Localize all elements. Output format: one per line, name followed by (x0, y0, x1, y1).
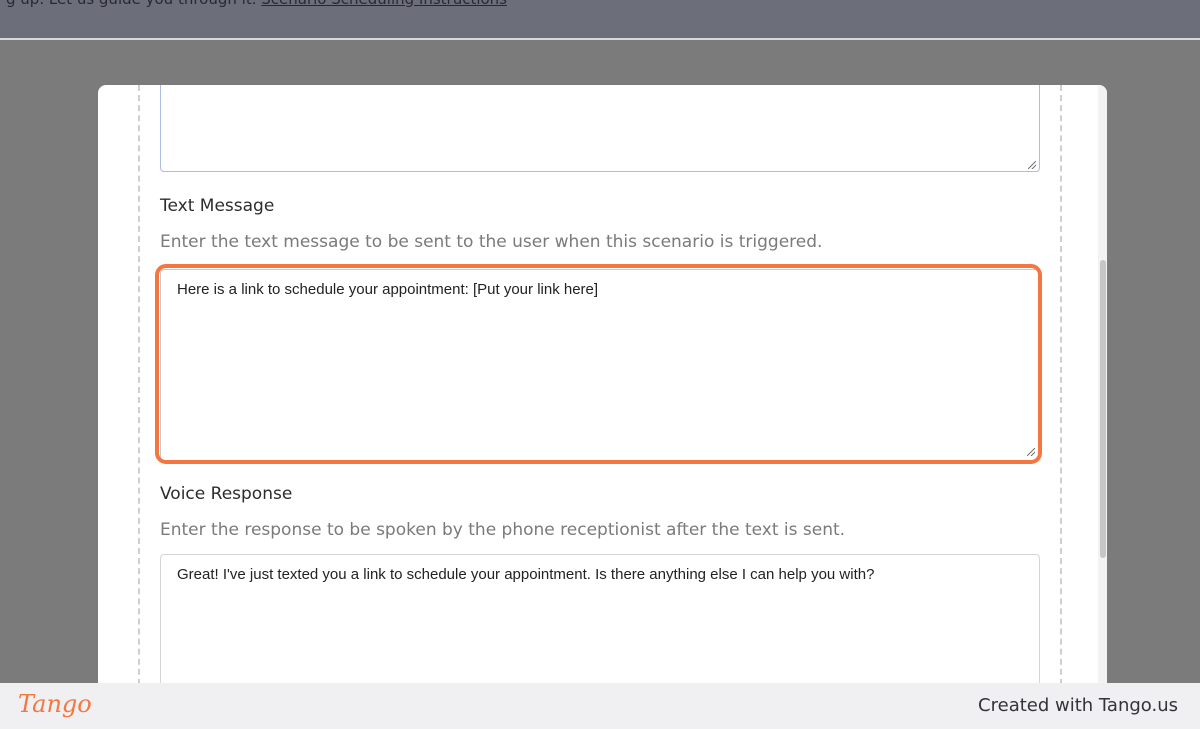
text-message-label: Text Message (160, 196, 275, 216)
created-with-text: Created with Tango.us (978, 695, 1178, 716)
voice-response-label: Voice Response (160, 484, 293, 504)
step-highlight (155, 264, 1042, 464)
scrollbar-thumb[interactable] (1100, 260, 1106, 558)
text-message-helper: Enter the text message to be sent to the… (160, 232, 823, 252)
tango-logo: Tango (18, 690, 92, 718)
voice-response-helper: Enter the response to be spoken by the p… (160, 520, 846, 540)
background-page-text: g up. Let us guide you through it. Scena… (6, 0, 507, 8)
resize-handle-icon[interactable] (1028, 161, 1036, 169)
background-page-partial-text: g up. Let us guide you through it. (6, 0, 256, 8)
voice-response-value: Great! I've just texted you a link to sc… (177, 566, 875, 583)
previous-textarea[interactable] (160, 85, 1040, 172)
divider (0, 38, 1200, 40)
dashed-border-left (138, 85, 140, 705)
background-page-header: g up. Let us guide you through it. Scena… (0, 0, 1200, 40)
tango-footer: Tango Created with Tango.us (0, 683, 1200, 729)
dashed-border-right (1060, 85, 1062, 705)
background-page-link[interactable]: Scenario Scheduling Instructions (261, 0, 507, 8)
